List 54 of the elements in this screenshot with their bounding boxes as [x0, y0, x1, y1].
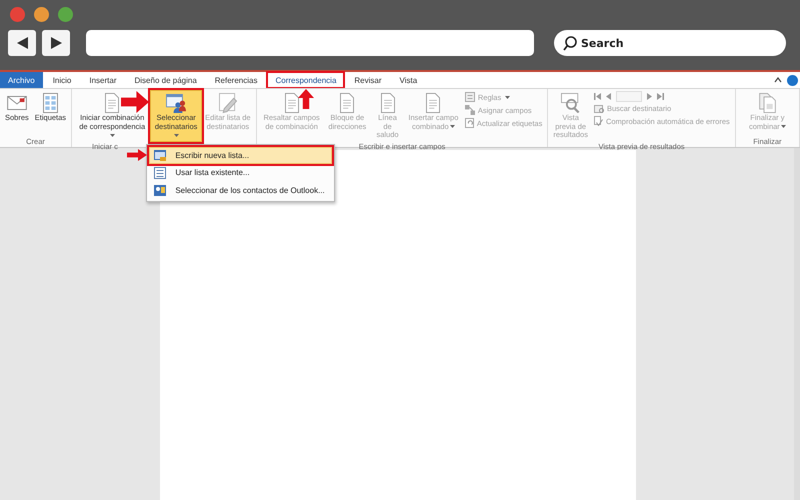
envelope-icon — [6, 96, 27, 110]
document-icon — [105, 93, 120, 113]
dropdown-caret-icon — [450, 125, 455, 128]
forward-button[interactable] — [42, 30, 70, 56]
search-field[interactable]: Search — [554, 30, 786, 56]
search-icon — [563, 36, 577, 51]
document-icon — [284, 93, 299, 113]
find-recipient-icon — [594, 104, 604, 112]
left-triangle-icon — [16, 37, 28, 49]
magnifier-icon — [561, 93, 580, 113]
document-icon — [340, 93, 354, 113]
ribbon-tab[interactable]: Inicio — [44, 72, 80, 88]
dropdown-caret-icon — [505, 96, 510, 98]
document-icon — [426, 93, 440, 113]
ribbon-tab[interactable]: Vista — [392, 72, 426, 88]
minimize-dot-icon[interactable] — [34, 7, 49, 22]
last-record-icon[interactable] — [656, 93, 664, 100]
check-errors-icon — [594, 116, 603, 126]
right-triangle-icon — [50, 37, 62, 49]
next-record-icon[interactable] — [646, 93, 652, 100]
maximize-dot-icon[interactable] — [58, 7, 73, 22]
menu-item[interactable]: Escribir nueva lista... — [149, 146, 332, 164]
document-icon — [380, 93, 395, 113]
ribbon-tab[interactable]: Revisar — [346, 72, 390, 88]
annotation-arrow-icon — [298, 89, 314, 109]
ribbon-tab[interactable]: Insertar — [81, 72, 124, 88]
previous-record-icon[interactable] — [606, 93, 611, 100]
list-icon — [154, 166, 166, 178]
annotation-arrow-icon — [121, 91, 150, 113]
help-icon[interactable] — [787, 74, 798, 86]
close-dot-icon[interactable] — [10, 7, 25, 22]
dropdown-caret-icon — [174, 134, 180, 137]
dropdown-caret-icon — [780, 125, 786, 128]
menu-item[interactable]: Usar lista existente... — [149, 164, 332, 182]
people-icon — [166, 94, 186, 112]
dropdown-caret-icon — [110, 134, 116, 137]
refresh-icon — [464, 118, 474, 128]
annotation-arrow-icon — [127, 149, 148, 161]
documents-icon — [758, 93, 776, 113]
new-list-icon — [154, 150, 166, 160]
fields-icon — [464, 105, 475, 115]
pencil-sheet-icon — [218, 93, 237, 113]
back-button[interactable] — [8, 30, 36, 56]
file-tab[interactable]: Archivo — [0, 72, 43, 88]
caret-icon[interactable] — [774, 77, 782, 83]
menu-item[interactable]: Seleccionar de los contactos de Outlook... — [149, 182, 332, 198]
address-field[interactable] — [86, 30, 534, 56]
rules-icon — [464, 92, 475, 102]
first-record-icon[interactable] — [594, 93, 601, 100]
ribbon-tab[interactable]: Referencias — [206, 72, 266, 88]
label-sheet-icon — [42, 93, 58, 113]
ribbon-tab[interactable]: Correspondencia — [267, 72, 344, 88]
ribbon-tab[interactable]: Diseño de página — [126, 72, 205, 88]
contacts-icon — [154, 184, 166, 196]
